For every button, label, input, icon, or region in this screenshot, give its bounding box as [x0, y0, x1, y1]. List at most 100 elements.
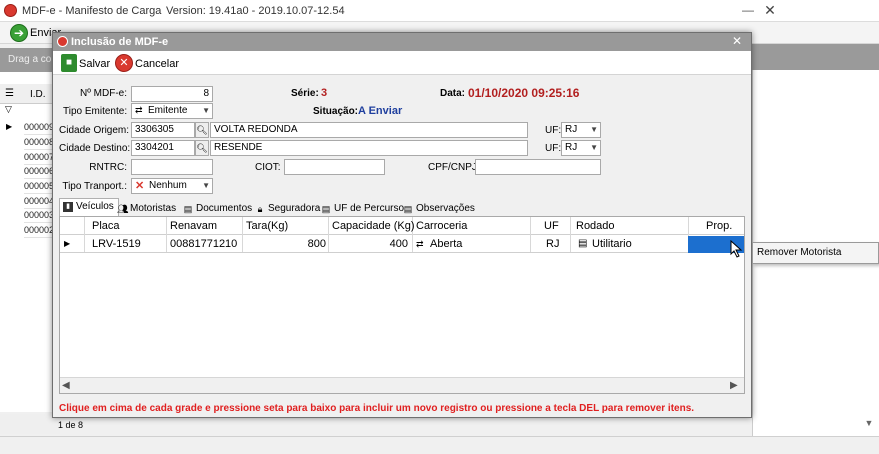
cell-tara[interactable]: 800	[246, 238, 326, 250]
tab-label: Motoristas	[130, 203, 177, 214]
horizontal-scrollbar[interactable]: ◀ ▶	[60, 377, 744, 393]
save-button[interactable]: ■ Salvar	[61, 54, 111, 74]
tab-veiculos[interactable]: ▮ Veículos	[59, 198, 119, 216]
minimize-icon[interactable]: —	[742, 3, 754, 17]
tab-seguradora[interactable]: 🔒︎ Seguradora	[251, 200, 325, 216]
uf-destino-value: RJ	[565, 142, 578, 153]
column-header-capacidade[interactable]: Capacidade (Kg)	[332, 220, 415, 232]
column-header-rodado[interactable]: Rodado	[576, 220, 615, 232]
send-icon[interactable]: ➔	[10, 24, 28, 42]
dialog-title: Inclusão de MDF-e	[71, 36, 169, 48]
tab-label: UF de Percurso	[334, 203, 405, 214]
rntrc-field[interactable]	[131, 159, 213, 175]
column-header-prop[interactable]: Prop.	[706, 220, 732, 232]
cancel-label: Cancelar	[135, 58, 180, 70]
cell-rodado[interactable]: Utilitario	[592, 238, 632, 250]
column-header-id[interactable]: I.D.	[30, 89, 46, 100]
situacao-label: Situação:	[313, 106, 359, 117]
data-label: Data:	[440, 88, 466, 99]
search-icon[interactable]: 🔍︎	[195, 140, 209, 156]
serie-value: 3	[321, 87, 328, 99]
column-header-carroceria[interactable]: Carroceria	[416, 220, 467, 232]
none-icon: ✕	[135, 180, 145, 192]
scroll-left-icon[interactable]: ◀	[62, 380, 70, 391]
filter-icon[interactable]: ▽	[5, 104, 12, 115]
tab-observacoes[interactable]: ▤ Observações	[399, 200, 480, 216]
mouse-cursor-icon	[730, 240, 743, 258]
main-window-title: MDF-e - Manifesto de Carga	[22, 5, 162, 17]
tab-uf-percurso[interactable]: ▤ UF de Percurso	[317, 200, 409, 216]
uf-origem-select[interactable]: RJ ▼	[561, 122, 601, 138]
save-label: Salvar	[79, 58, 111, 70]
cidade-origem-name-field[interactable]: VOLTA REDONDA	[210, 122, 528, 138]
footer-hint: Clique em cima de cada grade e pressione…	[59, 403, 695, 414]
column-header-tara[interactable]: Tara(Kg)	[246, 220, 288, 232]
nro-mdfe-label: Nº MDF-e:	[80, 88, 127, 99]
cidade-origem-code-field[interactable]: 3306305	[131, 122, 195, 138]
scroll-right-icon[interactable]: ▶	[730, 380, 738, 391]
ciot-field[interactable]	[284, 159, 385, 175]
dialog-close-icon[interactable]: ✕	[729, 35, 745, 49]
column-header-placa[interactable]: Placa	[92, 220, 120, 232]
cell-capacidade[interactable]: 400	[332, 238, 408, 250]
data-value: 01/10/2020 09:25:16	[468, 86, 580, 100]
chevron-down-icon: ▼	[202, 106, 210, 115]
cell-renavam[interactable]: 00881771210	[170, 238, 237, 250]
lock-icon: 🔒︎	[257, 204, 263, 214]
nro-mdfe-field[interactable]: 8	[131, 86, 213, 102]
cidade-destino-label: Cidade Destino:	[59, 143, 131, 154]
cell-placa[interactable]: LRV-1519	[92, 238, 141, 250]
tipo-emitente-value: Emitente	[148, 105, 188, 116]
tab-label: Documentos	[196, 203, 253, 214]
situacao-value: A Enviar	[358, 105, 403, 117]
status-bar	[0, 436, 879, 454]
truck-icon: ▮	[63, 202, 73, 212]
list-icon: ▤	[321, 204, 331, 214]
tab-label: Veículos	[76, 201, 114, 212]
uf-destino-select[interactable]: RJ ▼	[561, 140, 601, 156]
tab-documentos[interactable]: ▤ Documentos	[179, 200, 257, 216]
search-icon[interactable]: 🔍︎	[195, 122, 209, 138]
column-menu-icon[interactable]: ☰	[5, 88, 14, 99]
cpf-cnpj-label: CPF/CNPJ:	[428, 162, 480, 173]
chevron-down-icon: ▼	[202, 181, 210, 190]
cidade-destino-code-field[interactable]: 3304201	[131, 140, 195, 156]
tipo-transport-value: Nenhum	[149, 180, 187, 191]
tipo-transport-label: Tipo Tranport.:	[62, 181, 127, 192]
carroceria-icon: ⇄	[416, 239, 424, 249]
cidade-destino-name-field[interactable]: RESENDE	[210, 140, 528, 156]
row-indicator-icon: ▶	[64, 239, 71, 248]
tab-motoristas[interactable]: 👥︎ Motoristas	[113, 200, 181, 216]
notes-icon: ▤	[403, 204, 413, 214]
menu-item-remover-motorista[interactable]: Remover Motorista	[757, 247, 841, 258]
main-close-icon[interactable]: ✕	[760, 1, 780, 19]
cpf-cnpj-field[interactable]	[475, 159, 601, 175]
chevron-down-icon: ▼	[590, 125, 598, 134]
ciot-label: CIOT:	[255, 162, 281, 173]
vehicles-grid: Placa Renavam Tara(Kg) Capacidade (Kg) C…	[59, 216, 745, 394]
tab-label: Observações	[416, 203, 475, 214]
dialog-app-icon	[57, 36, 68, 47]
cell-carroceria[interactable]: Aberta	[430, 238, 462, 250]
column-header-renavam[interactable]: Renavam	[170, 220, 217, 232]
context-menu: Remover Motorista	[752, 242, 879, 264]
group-bar-right	[748, 44, 879, 70]
app-icon	[4, 4, 17, 17]
uf-origem-label: UF:	[545, 125, 562, 136]
tipo-emitente-select[interactable]: ⇄ Emitente ▼	[131, 103, 213, 119]
scroll-down-icon[interactable]: ▼	[862, 418, 876, 432]
column-header-uf[interactable]: UF	[544, 220, 559, 232]
row-indicator-icon: ▶	[6, 122, 13, 131]
pager-text: 1 de 8	[58, 420, 84, 430]
cell-uf[interactable]: RJ	[546, 238, 559, 250]
chevron-down-icon: ▼	[590, 143, 598, 152]
cancel-button[interactable]: ✕ Cancelar	[115, 54, 179, 74]
rntrc-label: RNTRC:	[89, 162, 127, 173]
tab-label: Seguradora	[268, 203, 321, 214]
tipo-emitente-label: Tipo Emitente:	[63, 106, 128, 117]
cancel-icon: ✕	[115, 54, 133, 72]
document-icon: ▤	[183, 204, 193, 214]
tipo-transport-select[interactable]: ✕ Nenhum ▼	[131, 178, 213, 194]
people-icon: 👥︎	[117, 204, 129, 214]
pager-bar	[0, 414, 60, 434]
